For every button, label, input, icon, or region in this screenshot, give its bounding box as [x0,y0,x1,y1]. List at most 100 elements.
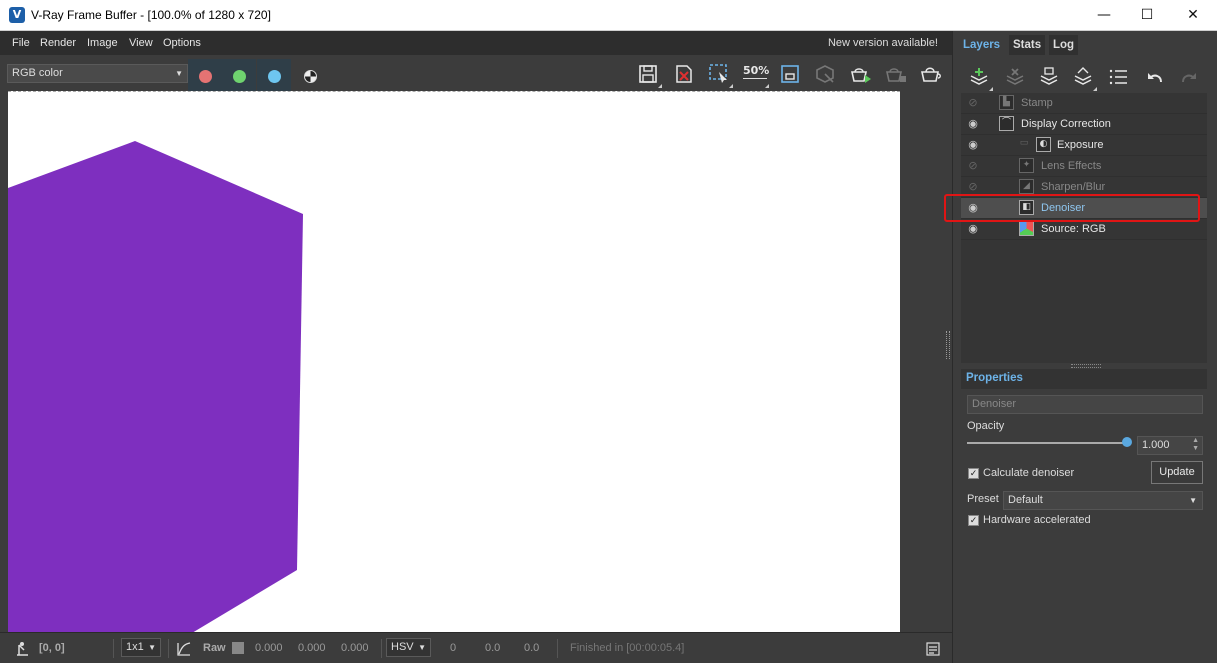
eye-off-icon[interactable]: ⊘ [966,159,980,173]
minimize-button[interactable]: — [1081,0,1127,31]
render-interactive-icon[interactable] [846,59,876,89]
frame-buffer-area: File Render Image View Options New versi… [0,31,952,663]
tab-layers[interactable]: Layers [959,35,1005,55]
red-channel-button[interactable] [188,59,222,91]
undo-icon[interactable] [1141,63,1169,91]
hsv-v-value: 0.0 [524,642,540,654]
color-mode-select[interactable]: HSV ▼ [386,638,431,657]
add-layer-icon[interactable] [965,63,993,91]
sharpen-blur-icon: ◢ [1019,179,1034,194]
eye-icon[interactable]: ◉ [966,138,980,152]
layer-row-source-rgb[interactable]: ◉ Source: RGB [961,219,1207,240]
eye-icon[interactable]: ◉ [966,222,980,236]
curve-icon: ⌒ [999,116,1014,131]
delete-layer-icon[interactable] [1001,63,1029,91]
pick-pixel-icon[interactable] [14,641,30,657]
render-status-message: Finished in [00:00:05.4] [570,642,685,654]
layer-row-exposure[interactable]: ◉ ▭ ◐ Exposure [961,135,1207,156]
render-icon[interactable] [916,59,946,89]
save-layers-icon[interactable] [1035,63,1063,91]
opacity-slider-thumb[interactable] [1122,437,1132,447]
panel-splitter[interactable] [946,331,950,359]
layer-row-stamp[interactable]: ⊘ ▙ Stamp [961,93,1207,114]
tab-stats[interactable]: Stats [1009,35,1046,55]
calculate-denoiser-checkbox[interactable]: ✓ [968,468,979,479]
layer-label-sharpen-blur: Sharpen/Blur [1041,181,1106,193]
layer-row-lens-effects[interactable]: ⊘ ✦ Lens Effects [961,156,1207,177]
raw-b-value: 0.000 [341,642,369,654]
eye-off-icon[interactable]: ⊘ [966,180,980,194]
green-channel-button[interactable] [222,59,256,91]
opacity-label: Opacity [967,420,1005,432]
layer-toolbar [953,61,1217,93]
clear-image-icon[interactable] [669,59,699,89]
load-layers-icon[interactable] [1069,63,1097,91]
sampling-value: 1x1 [126,641,144,653]
properties-header: Properties [961,369,1207,389]
opacity-spinbox[interactable]: 1.000 ▲ ▼ [1137,436,1203,455]
status-bar: [0, 0] 1x1 ▼ Raw 0.000 0.000 0.000 HSV ▼ 0… [0,632,952,663]
tab-log[interactable]: Log [1049,35,1079,55]
hardware-accelerated-label: Hardware accelerated [983,514,1091,526]
alpha-pie-icon [304,70,317,83]
redo-icon[interactable] [1175,63,1203,91]
layer-label-stamp: Stamp [1021,97,1053,109]
close-button[interactable]: ✕ [1170,0,1216,31]
eye-icon[interactable]: ◉ [966,117,980,131]
eye-off-icon[interactable]: ⊘ [966,96,980,110]
chevron-down-icon: ▼ [175,69,183,78]
maximize-button[interactable]: ☐ [1124,0,1170,31]
log-icon[interactable] [926,642,940,656]
vray-logo-icon: V [9,7,25,23]
layer-list-icon[interactable] [1105,63,1133,91]
channel-select-value: RGB color [12,67,63,79]
raw-r-value: 0.000 [255,642,283,654]
hsv-h-value: 0 [450,642,457,654]
preset-value: Default [1008,494,1043,506]
preset-label: Preset [967,493,999,505]
stamp-icon: ▙ [999,95,1014,110]
layer-row-display-correction[interactable]: ◉ ⌒ Display Correction [961,114,1207,135]
menu-view[interactable]: View [129,37,153,49]
main-toolbar: RGB color ▼ 50% [0,55,952,91]
pixel-coords: [0, 0] [39,642,65,654]
opacity-slider-track[interactable] [967,442,1127,444]
menu-options[interactable]: Options [163,37,201,49]
update-button[interactable]: Update [1151,461,1203,484]
layer-label-display-correction: Display Correction [1021,118,1111,130]
spin-arrows-icon[interactable]: ▲ ▼ [1192,437,1199,453]
zoom-50-icon[interactable]: 50% [740,59,770,89]
new-version-notice[interactable]: New version available! [828,37,938,49]
compare-icon[interactable] [775,59,805,89]
alpha-channel-button[interactable] [293,59,327,91]
layer-label-exposure: Exposure [1057,139,1104,151]
region-render-icon[interactable] [704,59,734,89]
lens-effects-icon: ✦ [1019,158,1034,173]
hsv-s-value: 0.0 [485,642,501,654]
chevron-down-icon: ▼ [1189,496,1197,505]
channel-select[interactable]: RGB color ▼ [7,64,188,83]
calculate-denoiser-label: Calculate denoiser [983,467,1075,479]
render-mask-icon[interactable] [810,59,840,89]
properties-splitter[interactable] [1071,364,1101,368]
hardware-accelerated-checkbox[interactable]: ✓ [968,515,979,526]
layer-list: ⊘ ▙ Stamp ◉ ⌒ Display Correction ◉ ▭ ◐ E… [961,93,1207,363]
preset-select[interactable]: Default ▼ [1003,491,1203,510]
green-dot-icon [233,70,246,83]
menu-render[interactable]: Render [40,37,76,49]
blue-dot-icon [268,70,281,83]
render-canvas[interactable] [8,91,900,632]
stop-render-icon[interactable] [881,59,911,89]
blue-channel-button[interactable] [257,59,291,91]
save-icon[interactable] [633,59,663,89]
window-title: V-Ray Frame Buffer - [100.0% of 1280 x 7… [31,8,271,22]
layer-name-field[interactable]: Denoiser [967,395,1203,414]
menu-file[interactable]: File [12,37,30,49]
raw-label: Raw [203,642,226,654]
sampling-select[interactable]: 1x1 ▼ [121,638,161,657]
chevron-down-icon: ▼ [148,643,156,652]
menu-image[interactable]: Image [87,37,118,49]
red-dot-icon [199,70,212,83]
color-curve-icon[interactable] [176,641,192,657]
rgb-source-icon [1019,221,1034,236]
